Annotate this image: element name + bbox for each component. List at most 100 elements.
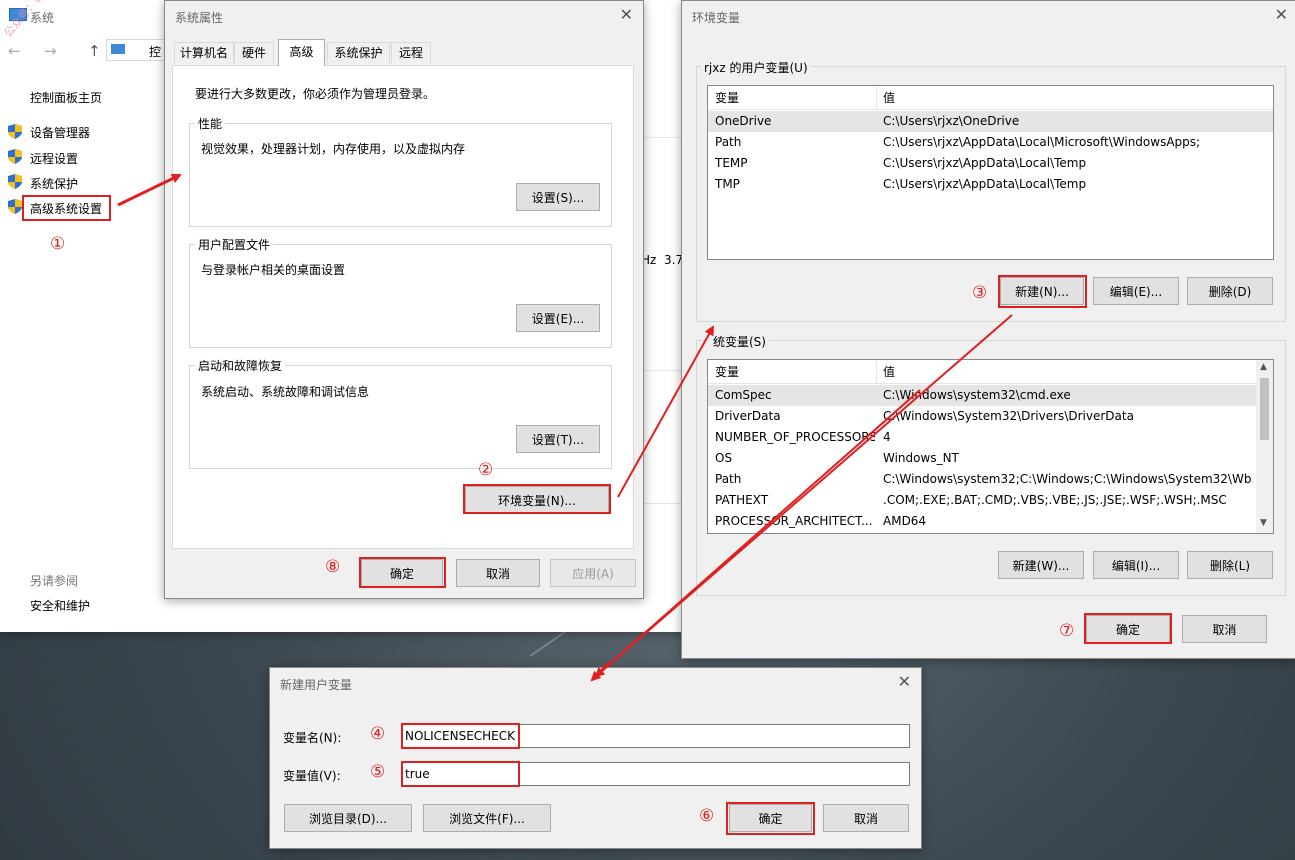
column-header-variable[interactable]: 变量 xyxy=(715,362,739,383)
browse-directory-button[interactable]: 浏览目录(D)... xyxy=(284,804,412,832)
table-row[interactable]: DriverData C:\Windows\System32\Drivers\D… xyxy=(708,406,1256,427)
tab-advanced[interactable]: 高级 xyxy=(278,39,325,66)
step-5-marker: ⑤ xyxy=(370,762,386,782)
scroll-up-icon[interactable]: ▲ xyxy=(1260,362,1267,372)
performance-settings-button[interactable]: 设置(S)... xyxy=(516,183,600,211)
variable-value: Windows_NT xyxy=(883,451,959,465)
highlight-new-variable-ok xyxy=(726,802,815,835)
variable-name: TMP xyxy=(715,177,740,191)
variable-name: OneDrive xyxy=(715,114,772,128)
sidebar-item-device-manager[interactable]: 设备管理器 xyxy=(30,124,90,141)
variable-value: AMD64 xyxy=(883,514,927,528)
variable-value: C:\Users\rjxz\OneDrive xyxy=(883,114,1020,128)
sidebar-item-remote-settings[interactable]: 远程设置 xyxy=(30,150,78,167)
table-row[interactable]: PROCESSOR_ARCHITECT... AMD64 xyxy=(708,511,1256,532)
list-header: 变量 值 xyxy=(708,87,1273,110)
system-delete-button[interactable]: 删除(L) xyxy=(1187,551,1273,579)
close-icon[interactable]: ✕ xyxy=(620,5,633,24)
highlight-variable-value xyxy=(401,761,520,787)
system-properties-dialog: 系统属性 ✕ 计算机名 硬件 高级 系统保护 远程 要进行大多数更改，你必须作为… xyxy=(164,0,644,599)
startup-desc: 系统启动、系统故障和调试信息 xyxy=(201,385,370,399)
variable-value: .COM;.EXE;.BAT;.CMD;.VBS;.VBE;.JS;.JSE;.… xyxy=(883,493,1227,507)
scroll-down-icon[interactable]: ▼ xyxy=(1260,518,1267,528)
list-header: 变量 值 xyxy=(708,361,1273,384)
security-maintenance-link[interactable]: 安全和维护 xyxy=(30,597,90,614)
computer-icon xyxy=(111,44,125,54)
env-dialog-title: 环境变量 xyxy=(692,11,741,25)
variable-value: 4 xyxy=(883,430,891,444)
admin-note: 要进行大多数更改，你必须作为管理员登录。 xyxy=(195,87,436,101)
scrollbar-thumb[interactable] xyxy=(1260,378,1269,440)
see-also-title: 另请参阅 xyxy=(30,574,79,588)
highlight-variable-name xyxy=(401,723,520,749)
table-row[interactable]: OneDrive C:\Users\rjxz\OneDrive xyxy=(708,111,1273,132)
variable-value: C:\Users\rjxz\AppData\Local\Temp xyxy=(883,156,1087,170)
variable-value: C:\Windows\system32\cmd.exe xyxy=(883,388,1071,402)
divider xyxy=(642,370,682,371)
variable-value: C:\Users\rjxz\AppData\Local\Temp xyxy=(883,177,1087,191)
variable-name: PATHEXT xyxy=(715,493,769,507)
back-arrow-icon[interactable]: ← xyxy=(8,42,21,60)
variable-value: C:\Windows\System32\Drivers\DriverData xyxy=(883,409,1134,423)
column-header-value[interactable]: 值 xyxy=(883,362,895,383)
profiles-title: 用户配置文件 xyxy=(195,236,274,253)
user-edit-button[interactable]: 编辑(E)... xyxy=(1093,277,1179,305)
new-variable-title: 新建用户变量 xyxy=(280,678,353,692)
variable-name: DriverData xyxy=(715,409,781,423)
step-4-marker: ④ xyxy=(370,724,386,744)
profiles-settings-button[interactable]: 设置(E)... xyxy=(516,304,600,332)
performance-title: 性能 xyxy=(195,115,226,132)
table-row[interactable]: Path C:\Users\rjxz\AppData\Local\Microso… xyxy=(708,132,1273,153)
variable-value: C:\Users\rjxz\AppData\Local\Microsoft\Wi… xyxy=(883,135,1201,149)
table-row[interactable]: OS Windows_NT xyxy=(708,448,1256,469)
user-delete-button[interactable]: 删除(D) xyxy=(1187,277,1273,305)
control-panel-home-link[interactable]: 控制面板主页 xyxy=(30,89,102,106)
table-row[interactable]: PATHEXT .COM;.EXE;.BAT;.CMD;.VBS;.VBE;.J… xyxy=(708,490,1256,511)
variable-name-label: 变量名(N): xyxy=(283,731,342,745)
shield-icon xyxy=(8,124,22,139)
environment-variables-dialog: 环境变量 ✕ rjxz 的用户变量(U) 变量 值 OneDrive C:\Us… xyxy=(681,0,1295,659)
breadcrumb: 控 xyxy=(149,45,162,59)
highlight-env-button xyxy=(463,484,611,514)
startup-title: 启动和故障恢复 xyxy=(195,357,286,374)
tab-system-protection[interactable]: 系统保护 xyxy=(327,42,390,63)
table-row[interactable]: TMP C:\Users\rjxz\AppData\Local\Temp xyxy=(708,174,1273,195)
close-icon[interactable]: ✕ xyxy=(1275,5,1288,24)
table-row[interactable]: TEMP C:\Users\rjxz\AppData\Local\Temp xyxy=(708,153,1273,174)
column-header-value[interactable]: 值 xyxy=(883,88,895,109)
highlight-sysprops-ok xyxy=(359,557,446,588)
variable-name: Path xyxy=(715,472,742,486)
variable-name: NUMBER_OF_PROCESSORS xyxy=(715,430,875,444)
startup-settings-button[interactable]: 设置(T)... xyxy=(516,425,600,453)
browse-file-button[interactable]: 浏览文件(F)... xyxy=(423,804,551,832)
user-variables-list[interactable]: 变量 值 OneDrive C:\Users\rjxz\OneDrive Pat… xyxy=(707,85,1274,260)
user-variables-title: rjxz 的用户变量(U) xyxy=(701,59,811,76)
new-variable-cancel-button[interactable]: 取消 xyxy=(823,804,909,832)
sidebar-item-system-protection[interactable]: 系统保护 xyxy=(30,175,78,192)
tab-hardware[interactable]: 硬件 xyxy=(234,42,274,63)
system-variables-list[interactable]: 变量 值 ComSpec C:\Windows\system32\cmd.exe… xyxy=(707,359,1274,534)
variable-name: Path xyxy=(715,135,742,149)
system-edit-button[interactable]: 编辑(I)... xyxy=(1093,551,1179,579)
table-row[interactable]: ComSpec C:\Windows\system32\cmd.exe xyxy=(708,385,1256,406)
tab-remote[interactable]: 远程 xyxy=(391,42,431,63)
tab-computer-name[interactable]: 计算机名 xyxy=(174,42,234,63)
system-new-button[interactable]: 新建(W)... xyxy=(998,551,1084,579)
divider xyxy=(642,503,682,504)
column-header-variable[interactable]: 变量 xyxy=(715,88,739,109)
env-cancel-button[interactable]: 取消 xyxy=(1182,615,1267,643)
highlight-advanced-settings xyxy=(22,195,111,221)
up-arrow-icon[interactable]: ↑ xyxy=(88,42,101,60)
dialog-title: 系统属性 xyxy=(175,11,224,25)
system-variables-title: 统变量(S) xyxy=(710,333,769,350)
sysprops-apply-button[interactable]: 应用(A) xyxy=(550,559,636,587)
scrollbar[interactable]: ▲ ▼ xyxy=(1256,360,1273,533)
column-divider xyxy=(876,361,877,383)
sysprops-cancel-button[interactable]: 取消 xyxy=(456,559,540,587)
shield-icon xyxy=(8,149,22,164)
profiles-desc: 与登录帐户相关的桌面设置 xyxy=(201,263,346,277)
table-row[interactable]: Path C:\Windows\system32;C:\Windows;C:\W… xyxy=(708,469,1256,490)
close-icon[interactable]: ✕ xyxy=(898,672,911,691)
table-row[interactable]: NUMBER_OF_PROCESSORS 4 xyxy=(708,427,1256,448)
forward-arrow-icon[interactable]: → xyxy=(44,42,57,60)
